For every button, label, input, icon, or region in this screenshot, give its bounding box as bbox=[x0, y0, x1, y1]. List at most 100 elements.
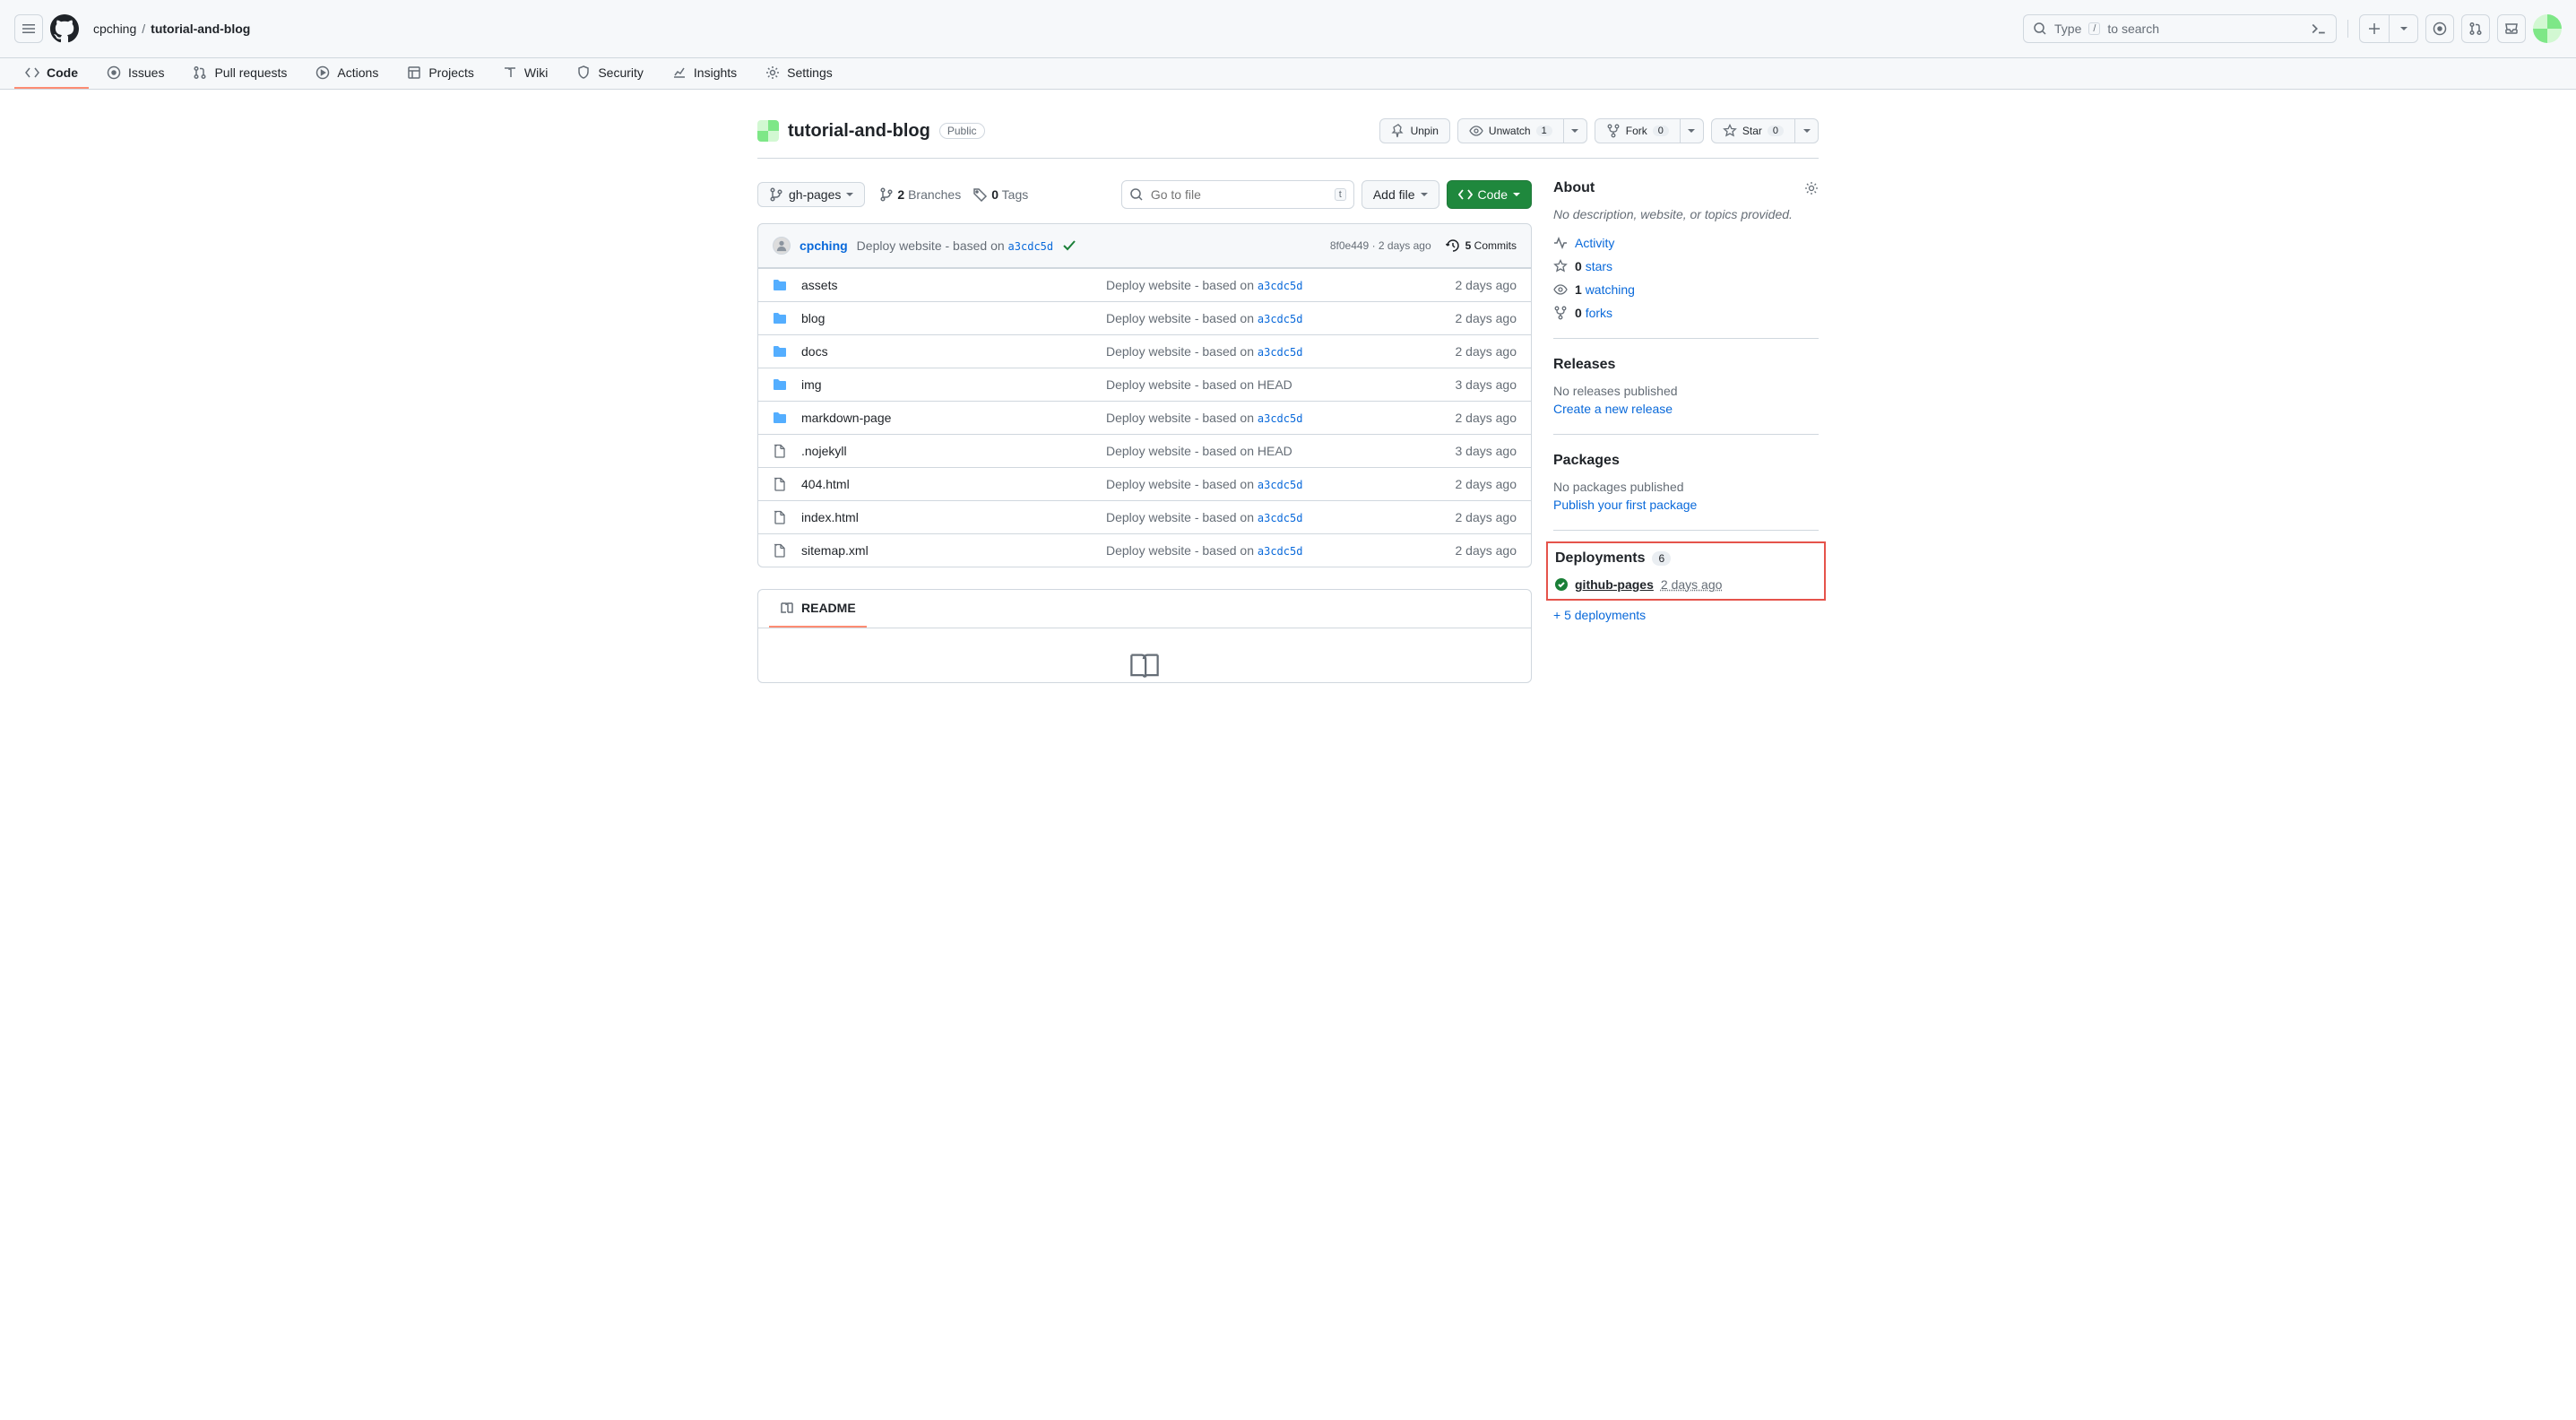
files-table: assets Deploy website - based on a3cdc5d… bbox=[757, 268, 1532, 567]
unpin-button[interactable]: Unpin bbox=[1379, 118, 1450, 143]
tab-actions[interactable]: Actions bbox=[305, 58, 389, 89]
file-commit-message[interactable]: Deploy website - based on a3cdc5d bbox=[1106, 411, 1409, 425]
issue-icon bbox=[2433, 22, 2447, 36]
file-commit-message[interactable]: Deploy website - based on a3cdc5d bbox=[1106, 278, 1409, 292]
security-tab-icon bbox=[576, 65, 591, 80]
tab-code[interactable]: Code bbox=[14, 58, 89, 89]
file-name-link[interactable]: markdown-page bbox=[801, 411, 891, 425]
star-button[interactable]: Star 0 bbox=[1711, 118, 1795, 143]
file-row: img Deploy website - based on HEAD 3 day… bbox=[758, 368, 1531, 401]
commit-author-link[interactable]: cpching bbox=[800, 238, 848, 253]
file-name-link[interactable]: index.html bbox=[801, 510, 859, 524]
watch-dropdown[interactable] bbox=[1564, 118, 1587, 143]
file-name-link[interactable]: .nojekyll bbox=[801, 444, 847, 458]
projects-tab-icon bbox=[407, 65, 421, 80]
fork-label: Fork bbox=[1626, 125, 1647, 137]
edit-about-button[interactable] bbox=[1804, 181, 1819, 195]
file-commit-hash-link[interactable]: a3cdc5d bbox=[1258, 545, 1303, 558]
file-commit-hash-link[interactable]: a3cdc5d bbox=[1258, 512, 1303, 524]
search-prompt-prefix: Type bbox=[2054, 22, 2081, 36]
tab-wiki[interactable]: Wiki bbox=[492, 58, 558, 89]
tags-link[interactable]: 0 Tags bbox=[973, 187, 1028, 202]
branches-link[interactable]: 2 Branches bbox=[879, 187, 961, 202]
tab-projects[interactable]: Projects bbox=[396, 58, 485, 89]
file-name-link[interactable]: sitemap.xml bbox=[801, 543, 869, 558]
file-name-link[interactable]: assets bbox=[801, 278, 837, 292]
add-file-button[interactable]: Add file bbox=[1361, 180, 1439, 209]
watching-link[interactable]: 1 watching bbox=[1553, 282, 1819, 297]
checks-success-icon[interactable] bbox=[1062, 238, 1076, 253]
unpin-label: Unpin bbox=[1411, 125, 1439, 137]
forks-link[interactable]: 0 forks bbox=[1553, 306, 1819, 320]
fork-dropdown[interactable] bbox=[1681, 118, 1704, 143]
about-heading: About bbox=[1553, 180, 1819, 196]
forks-label: forks bbox=[1586, 306, 1612, 320]
code-download-button[interactable]: Code bbox=[1447, 180, 1532, 209]
user-avatar[interactable] bbox=[2533, 14, 2562, 43]
stars-link[interactable]: 0 stars bbox=[1553, 259, 1819, 273]
file-name-link[interactable]: 404.html bbox=[801, 477, 850, 491]
file-commit-message[interactable]: Deploy website - based on a3cdc5d bbox=[1106, 344, 1409, 359]
file-commit-hash-link[interactable]: a3cdc5d bbox=[1258, 412, 1303, 425]
breadcrumb-separator: / bbox=[142, 22, 145, 36]
pull-request-icon bbox=[2468, 22, 2483, 36]
unwatch-button[interactable]: Unwatch 1 bbox=[1457, 118, 1564, 143]
commit-message[interactable]: Deploy website - based on a3cdc5d bbox=[857, 238, 1053, 253]
file-commit-message[interactable]: Deploy website - based on a3cdc5d bbox=[1106, 543, 1409, 558]
history-icon bbox=[1446, 238, 1460, 253]
breadcrumb-repo-link[interactable]: tutorial-and-blog bbox=[151, 22, 250, 36]
github-logo[interactable] bbox=[50, 14, 79, 43]
commit-hash-link[interactable]: a3cdc5d bbox=[1008, 240, 1054, 253]
readme-tab[interactable]: README bbox=[769, 590, 867, 628]
file-commit-hash-link[interactable]: a3cdc5d bbox=[1258, 280, 1303, 292]
hamburger-menu-button[interactable] bbox=[14, 14, 43, 43]
file-name-link[interactable]: docs bbox=[801, 344, 828, 359]
go-to-file-kbd: t bbox=[1335, 188, 1346, 201]
tab-pulls[interactable]: Pull requests bbox=[182, 58, 298, 89]
activity-link[interactable]: Activity bbox=[1553, 236, 1819, 250]
commits-history-link[interactable]: 5 Commits bbox=[1446, 238, 1517, 253]
star-dropdown[interactable] bbox=[1795, 118, 1819, 143]
star-label: Star bbox=[1742, 125, 1762, 137]
releases-heading: Releases bbox=[1553, 357, 1819, 373]
file-commit-message[interactable]: Deploy website - based on HEAD bbox=[1106, 444, 1409, 458]
notifications-button[interactable] bbox=[2497, 14, 2526, 43]
deployment-item[interactable]: github-pages 2 days ago bbox=[1555, 577, 1817, 592]
tab-insights-label: Insights bbox=[694, 65, 737, 80]
activity-label: Activity bbox=[1575, 236, 1614, 250]
file-commit-hash-link[interactable]: a3cdc5d bbox=[1258, 479, 1303, 491]
more-deployments-link[interactable]: + 5 deployments bbox=[1553, 608, 1646, 622]
file-commit-hash-link[interactable]: a3cdc5d bbox=[1258, 313, 1303, 325]
caret-down-icon bbox=[846, 191, 853, 198]
go-to-file-box[interactable]: t bbox=[1121, 180, 1354, 209]
file-commit-message[interactable]: Deploy website - based on a3cdc5d bbox=[1106, 477, 1409, 491]
tab-issues[interactable]: Issues bbox=[96, 58, 175, 89]
file-commit-message[interactable]: Deploy website - based on a3cdc5d bbox=[1106, 311, 1409, 325]
go-to-file-input[interactable] bbox=[1151, 187, 1327, 202]
create-release-link[interactable]: Create a new release bbox=[1553, 402, 1673, 416]
global-search[interactable]: Type / to search bbox=[2023, 14, 2337, 43]
pull-requests-header-button[interactable] bbox=[2461, 14, 2490, 43]
file-name-link[interactable]: blog bbox=[801, 311, 825, 325]
tab-settings[interactable]: Settings bbox=[755, 58, 843, 89]
issues-header-button[interactable] bbox=[2425, 14, 2454, 43]
file-commit-message[interactable]: Deploy website - based on HEAD bbox=[1106, 377, 1409, 392]
folder-icon bbox=[773, 377, 791, 392]
create-new-menu[interactable] bbox=[2359, 14, 2418, 43]
commit-sha-and-time[interactable]: 8f0e449 · 2 days ago bbox=[1330, 239, 1431, 252]
file-commit-message[interactable]: Deploy website - based on a3cdc5d bbox=[1106, 510, 1409, 524]
deployments-heading[interactable]: Deployments 6 bbox=[1555, 550, 1817, 567]
file-icon bbox=[773, 477, 791, 491]
commit-author-avatar[interactable] bbox=[773, 237, 791, 255]
file-name-link[interactable]: img bbox=[801, 377, 822, 392]
breadcrumb-owner-link[interactable]: cpching bbox=[93, 22, 136, 36]
publish-package-link[interactable]: Publish your first package bbox=[1553, 498, 1697, 512]
fork-button[interactable]: Fork 0 bbox=[1595, 118, 1681, 143]
tab-projects-label: Projects bbox=[428, 65, 474, 80]
file-commit-hash-link[interactable]: a3cdc5d bbox=[1258, 346, 1303, 359]
branch-select-button[interactable]: gh-pages bbox=[757, 182, 865, 207]
branch-name: gh-pages bbox=[789, 187, 841, 202]
tab-issues-label: Issues bbox=[128, 65, 164, 80]
tab-security[interactable]: Security bbox=[566, 58, 654, 89]
tab-insights[interactable]: Insights bbox=[661, 58, 748, 89]
